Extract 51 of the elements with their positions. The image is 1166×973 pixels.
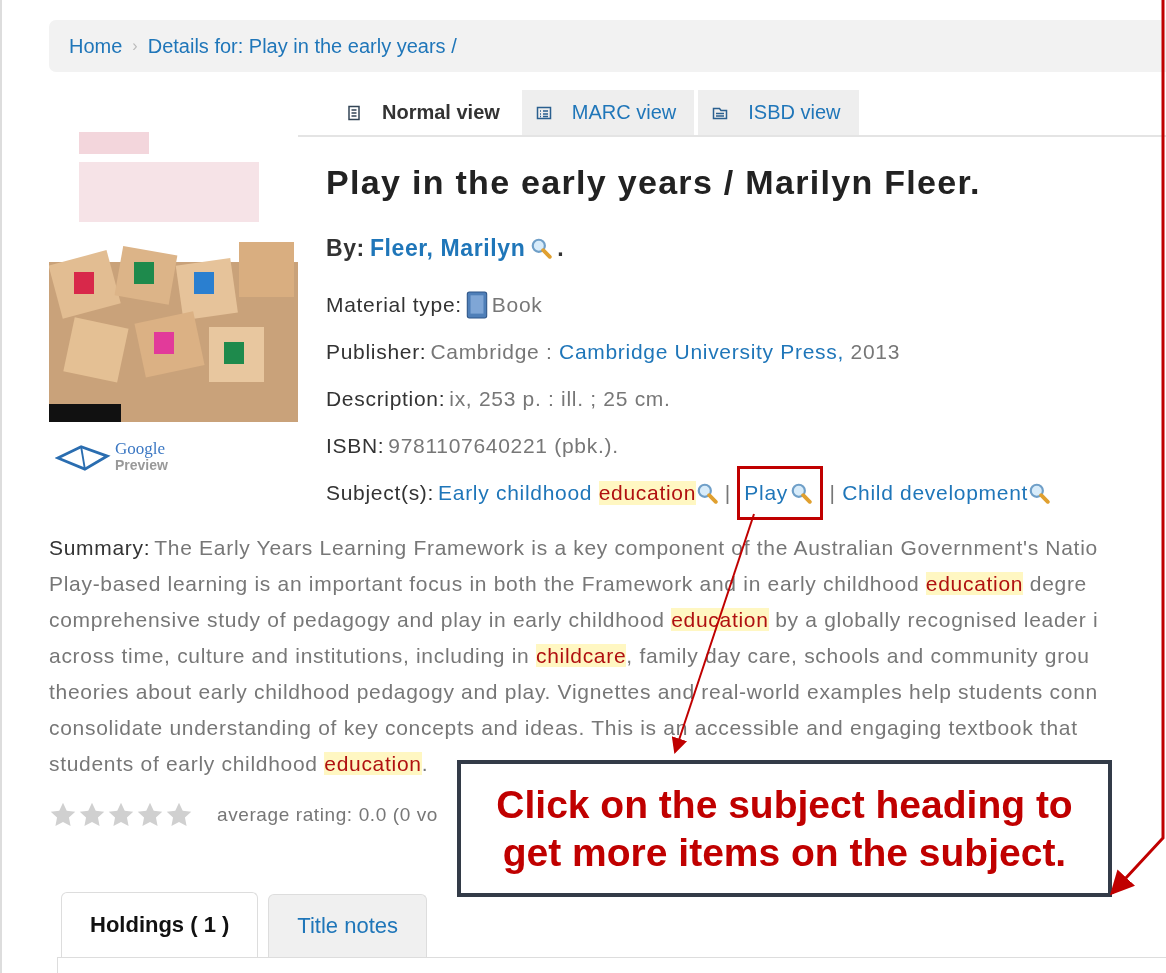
holdings-tab[interactable]: Title notes <box>268 894 427 957</box>
breadcrumb-link[interactable]: Details for: Play in the early years / <box>147 34 457 58</box>
field-value: Book <box>491 292 543 317</box>
callout-text: get more items on the subject. <box>502 829 1067 876</box>
highlighted-term: education <box>324 752 422 775</box>
rating-text: average rating: 0.0 (0 vo <box>217 804 438 826</box>
field-link[interactable]: Cambridge University Press, <box>559 339 844 364</box>
preview-brand[interactable]: Google <box>115 440 168 457</box>
view-tab[interactable]: MARC view <box>521 90 695 135</box>
summary-text: theories about early childhood pedagogy and play. Vignettes and real-world examples help students conn <box>49 680 1098 703</box>
summary-text: . <box>421 752 429 775</box>
summary-text: across time, culture and institutions, including in <box>49 644 531 667</box>
view-tab[interactable]: ISBD view <box>698 90 859 135</box>
summary-text: degre <box>1028 572 1087 595</box>
book-icon <box>465 290 488 319</box>
field-value: 2013 <box>849 339 901 364</box>
highlighted-term: childcare <box>535 644 627 667</box>
summary-text: by a globally recognised leader i <box>774 608 1099 631</box>
breadcrumb-separator: › <box>132 37 138 55</box>
author-label: By: <box>326 234 365 262</box>
preview-caption[interactable]: Preview <box>115 457 168 474</box>
search-icon[interactable] <box>696 481 719 504</box>
highlighted-term: education <box>925 572 1024 595</box>
field-value: | <box>828 480 837 505</box>
author-link[interactable]: Fleer, Marilyn <box>369 234 526 262</box>
field-value: 9781107640221 (pbk.). <box>388 433 619 458</box>
field-value: ix, 253 p. : ill. ; 25 cm. <box>449 386 671 411</box>
field-label: Subject(s): <box>326 480 435 505</box>
record-title: Play in the early years / Marilyn Fleer. <box>326 163 982 203</box>
summary-text: students of early childhood <box>49 752 319 775</box>
document-icon <box>346 104 362 121</box>
breadcrumb-link[interactable]: Home <box>69 34 123 58</box>
callout-text: Click on the subject heading to <box>496 781 1073 828</box>
field-value: | <box>723 480 732 505</box>
search-icon[interactable] <box>530 237 553 259</box>
author-period: . <box>557 234 565 262</box>
subject-link[interactable]: Play <box>744 480 788 505</box>
field-label: Publisher: <box>326 339 427 364</box>
field-label: ISBN: <box>326 433 385 458</box>
field-value: Cambridge : <box>430 339 554 364</box>
summary-text: comprehensive study of pedagogy and play in early childhood <box>49 608 666 631</box>
search-icon[interactable] <box>1028 481 1051 504</box>
holdings-tab[interactable]: Holdings ( 1 ) <box>61 892 259 957</box>
field-link[interactable]: education <box>598 480 697 505</box>
field-link[interactable]: Child development <box>842 480 1029 505</box>
search-icon[interactable] <box>790 481 812 504</box>
list-icon <box>535 104 552 121</box>
field-label: Material type: <box>326 292 462 317</box>
summary-label: Summary: <box>49 536 151 559</box>
field-link[interactable]: Early childhood <box>438 480 599 505</box>
field-label: Description: <box>326 386 446 411</box>
